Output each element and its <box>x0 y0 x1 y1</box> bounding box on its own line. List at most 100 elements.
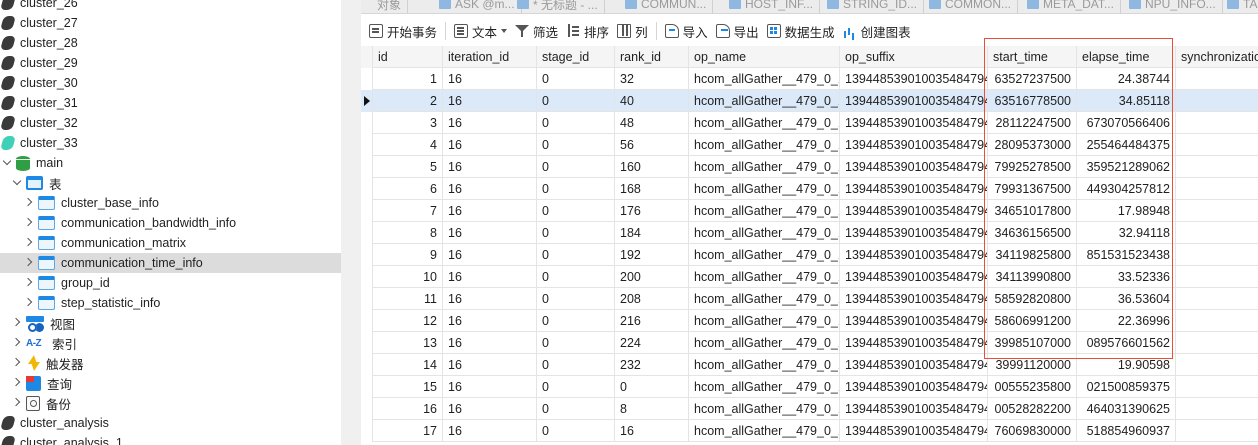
sidebar-item[interactable]: step_statistic_info <box>0 293 341 313</box>
table-row[interactable]: 8 16 0 184 hcom_allGather__479_0_1 1394485390… <box>361 222 1258 244</box>
column-header[interactable]: iteration_id <box>443 46 537 68</box>
table-cell[interactable]: 0 <box>537 420 615 442</box>
table-cell[interactable]: 16 <box>443 90 537 112</box>
chevron-right-icon[interactable] <box>12 338 22 348</box>
table-cell[interactable]: 208 <box>615 288 689 310</box>
table-cell[interactable] <box>1176 222 1258 244</box>
table-row[interactable]: 14 16 0 232 hcom_allGather__479_0_1 139448539… <box>361 354 1258 376</box>
table-cell[interactable]: hcom_allGather__479_0_1 <box>689 90 840 112</box>
table-cell[interactable]: 0 <box>537 332 615 354</box>
table-cell[interactable]: 359521289062 <box>1077 156 1176 178</box>
table-cell[interactable]: 0 <box>537 244 615 266</box>
sidebar-splitter[interactable] <box>341 0 361 445</box>
editor-tab[interactable]: STRING_ID... <box>821 0 925 13</box>
table-cell[interactable]: 0 <box>537 112 615 134</box>
table-cell[interactable]: 34651017800 <box>988 200 1077 222</box>
sidebar-item[interactable]: cluster_31 <box>0 93 341 113</box>
table-cell[interactable]: 76069830000 <box>988 420 1077 442</box>
table-cell[interactable]: 0 <box>537 90 615 112</box>
sidebar-item[interactable]: cluster_analysis_1 <box>0 433 341 445</box>
table-cell[interactable]: 0 <box>537 288 615 310</box>
table-cell[interactable]: 16 <box>443 420 537 442</box>
table-cell[interactable]: 4 <box>372 134 443 156</box>
chevron-right-icon[interactable] <box>24 198 34 208</box>
table-cell[interactable]: 192 <box>615 244 689 266</box>
table-cell[interactable]: 021500859375 <box>1077 376 1176 398</box>
table-cell[interactable]: hcom_allGather__479_0_1 <box>689 200 840 222</box>
table-row[interactable]: 12 16 0 216 hcom_allGather__479_0_1 139448539… <box>361 310 1258 332</box>
table-cell[interactable]: 1394485390100354847948 <box>840 178 988 200</box>
sidebar-item[interactable]: cluster_28 <box>0 33 341 53</box>
table-row[interactable]: 16 16 0 8 hcom_allGather__479_0_1 13944853901… <box>361 398 1258 420</box>
chevron-down-icon[interactable] <box>12 178 22 188</box>
table-cell[interactable]: 1394485390100354847948 <box>840 244 988 266</box>
table-row[interactable]: 3 16 0 48 hcom_allGather__479_0_1 13944853901… <box>361 112 1258 134</box>
table-cell[interactable]: 1394485390100354847948 <box>840 376 988 398</box>
table-cell[interactable]: hcom_allGather__479_0_1 <box>689 288 840 310</box>
table-cell[interactable]: 449304257812 <box>1077 178 1176 200</box>
sidebar-item[interactable]: cluster_32 <box>0 113 341 133</box>
table-cell[interactable]: 16 <box>443 222 537 244</box>
table-cell[interactable]: 0 <box>537 200 615 222</box>
table-cell[interactable]: 00528282200 <box>988 398 1077 420</box>
sidebar-item[interactable]: main <box>0 153 341 173</box>
sidebar-item[interactable]: 表 <box>0 173 341 193</box>
table-row[interactable]: 5 16 0 160 hcom_allGather__479_0_1 1394485390… <box>361 156 1258 178</box>
table-cell[interactable]: 0 <box>537 156 615 178</box>
table-cell[interactable]: hcom_allGather__479_0_1 <box>689 112 840 134</box>
table-cell[interactable]: 851531523438 <box>1077 244 1176 266</box>
sidebar-item[interactable]: group_id <box>0 273 341 293</box>
table-cell[interactable]: 8 <box>372 222 443 244</box>
table-cell[interactable]: 1394485390100354847948 <box>840 68 988 90</box>
editor-tab[interactable]: TA <box>1221 0 1258 13</box>
data-generation-button[interactable]: 数据生成 <box>763 19 839 43</box>
row-indicator[interactable] <box>361 332 372 354</box>
data-grid[interactable]: id iteration_id stage_id rank_id op_name op_s… <box>361 46 1258 445</box>
table-cell[interactable]: hcom_allGather__479_0_1 <box>689 178 840 200</box>
table-cell[interactable]: 0 <box>537 398 615 420</box>
column-header[interactable]: op_name <box>689 46 840 68</box>
row-indicator[interactable] <box>361 354 372 376</box>
table-cell[interactable]: 16 <box>443 178 537 200</box>
column-header[interactable]: rank_id <box>615 46 689 68</box>
table-cell[interactable]: 11 <box>372 288 443 310</box>
table-cell[interactable]: 56 <box>615 134 689 156</box>
table-row[interactable]: 15 16 0 0 hcom_allGather__479_0_1 13944853901… <box>361 376 1258 398</box>
table-row[interactable]: 10 16 0 200 hcom_allGather__479_0_1 139448539… <box>361 266 1258 288</box>
filter-button[interactable]: 筛选 <box>511 19 562 43</box>
table-cell[interactable]: 168 <box>615 178 689 200</box>
table-cell[interactable]: hcom_allGather__479_0_1 <box>689 156 840 178</box>
table-cell[interactable]: 17 <box>372 420 443 442</box>
table-cell[interactable]: 255464484375 <box>1077 134 1176 156</box>
table-row[interactable]: 7 16 0 176 hcom_allGather__479_0_1 1394485390… <box>361 200 1258 222</box>
table-cell[interactable]: hcom_allGather__479_0_1 <box>689 420 840 442</box>
table-cell[interactable] <box>1176 288 1258 310</box>
row-indicator[interactable] <box>361 90 372 112</box>
table-cell[interactable]: 79931367500 <box>988 178 1077 200</box>
editor-tab[interactable]: ASK @m... <box>433 0 522 13</box>
table-cell[interactable]: 16 <box>443 398 537 420</box>
columns-button[interactable]: 列 <box>613 19 652 43</box>
table-cell[interactable]: 464031390625 <box>1077 398 1176 420</box>
table-row[interactable]: 11 16 0 208 hcom_allGather__479_0_1 139448539… <box>361 288 1258 310</box>
editor-tab[interactable]: COMMON... <box>923 0 1018 13</box>
table-cell[interactable]: 184 <box>615 222 689 244</box>
editor-tab[interactable]: META_DAT... <box>1021 0 1121 13</box>
table-cell[interactable]: 1394485390100354847948 <box>840 310 988 332</box>
table-cell[interactable]: 00555235800 <box>988 376 1077 398</box>
table-cell[interactable]: 24.38744 <box>1077 68 1176 90</box>
editor-tab[interactable]: NPU_INFO... <box>1123 0 1223 13</box>
chevron-right-icon[interactable] <box>12 398 22 408</box>
table-cell[interactable]: 34.85118 <box>1077 90 1176 112</box>
table-cell[interactable] <box>1176 398 1258 420</box>
sidebar-item[interactable]: 视图 <box>0 313 341 333</box>
table-cell[interactable]: 5 <box>372 156 443 178</box>
table-row[interactable]: 6 16 0 168 hcom_allGather__479_0_1 1394485390… <box>361 178 1258 200</box>
table-cell[interactable]: 16 <box>443 244 537 266</box>
table-cell[interactable]: 1394485390100354847948 <box>840 332 988 354</box>
table-cell[interactable]: 48 <box>615 112 689 134</box>
table-cell[interactable]: hcom_allGather__479_0_1 <box>689 332 840 354</box>
table-cell[interactable]: hcom_allGather__479_0_1 <box>689 398 840 420</box>
table-cell[interactable]: 0 <box>615 376 689 398</box>
table-cell[interactable] <box>1176 134 1258 156</box>
